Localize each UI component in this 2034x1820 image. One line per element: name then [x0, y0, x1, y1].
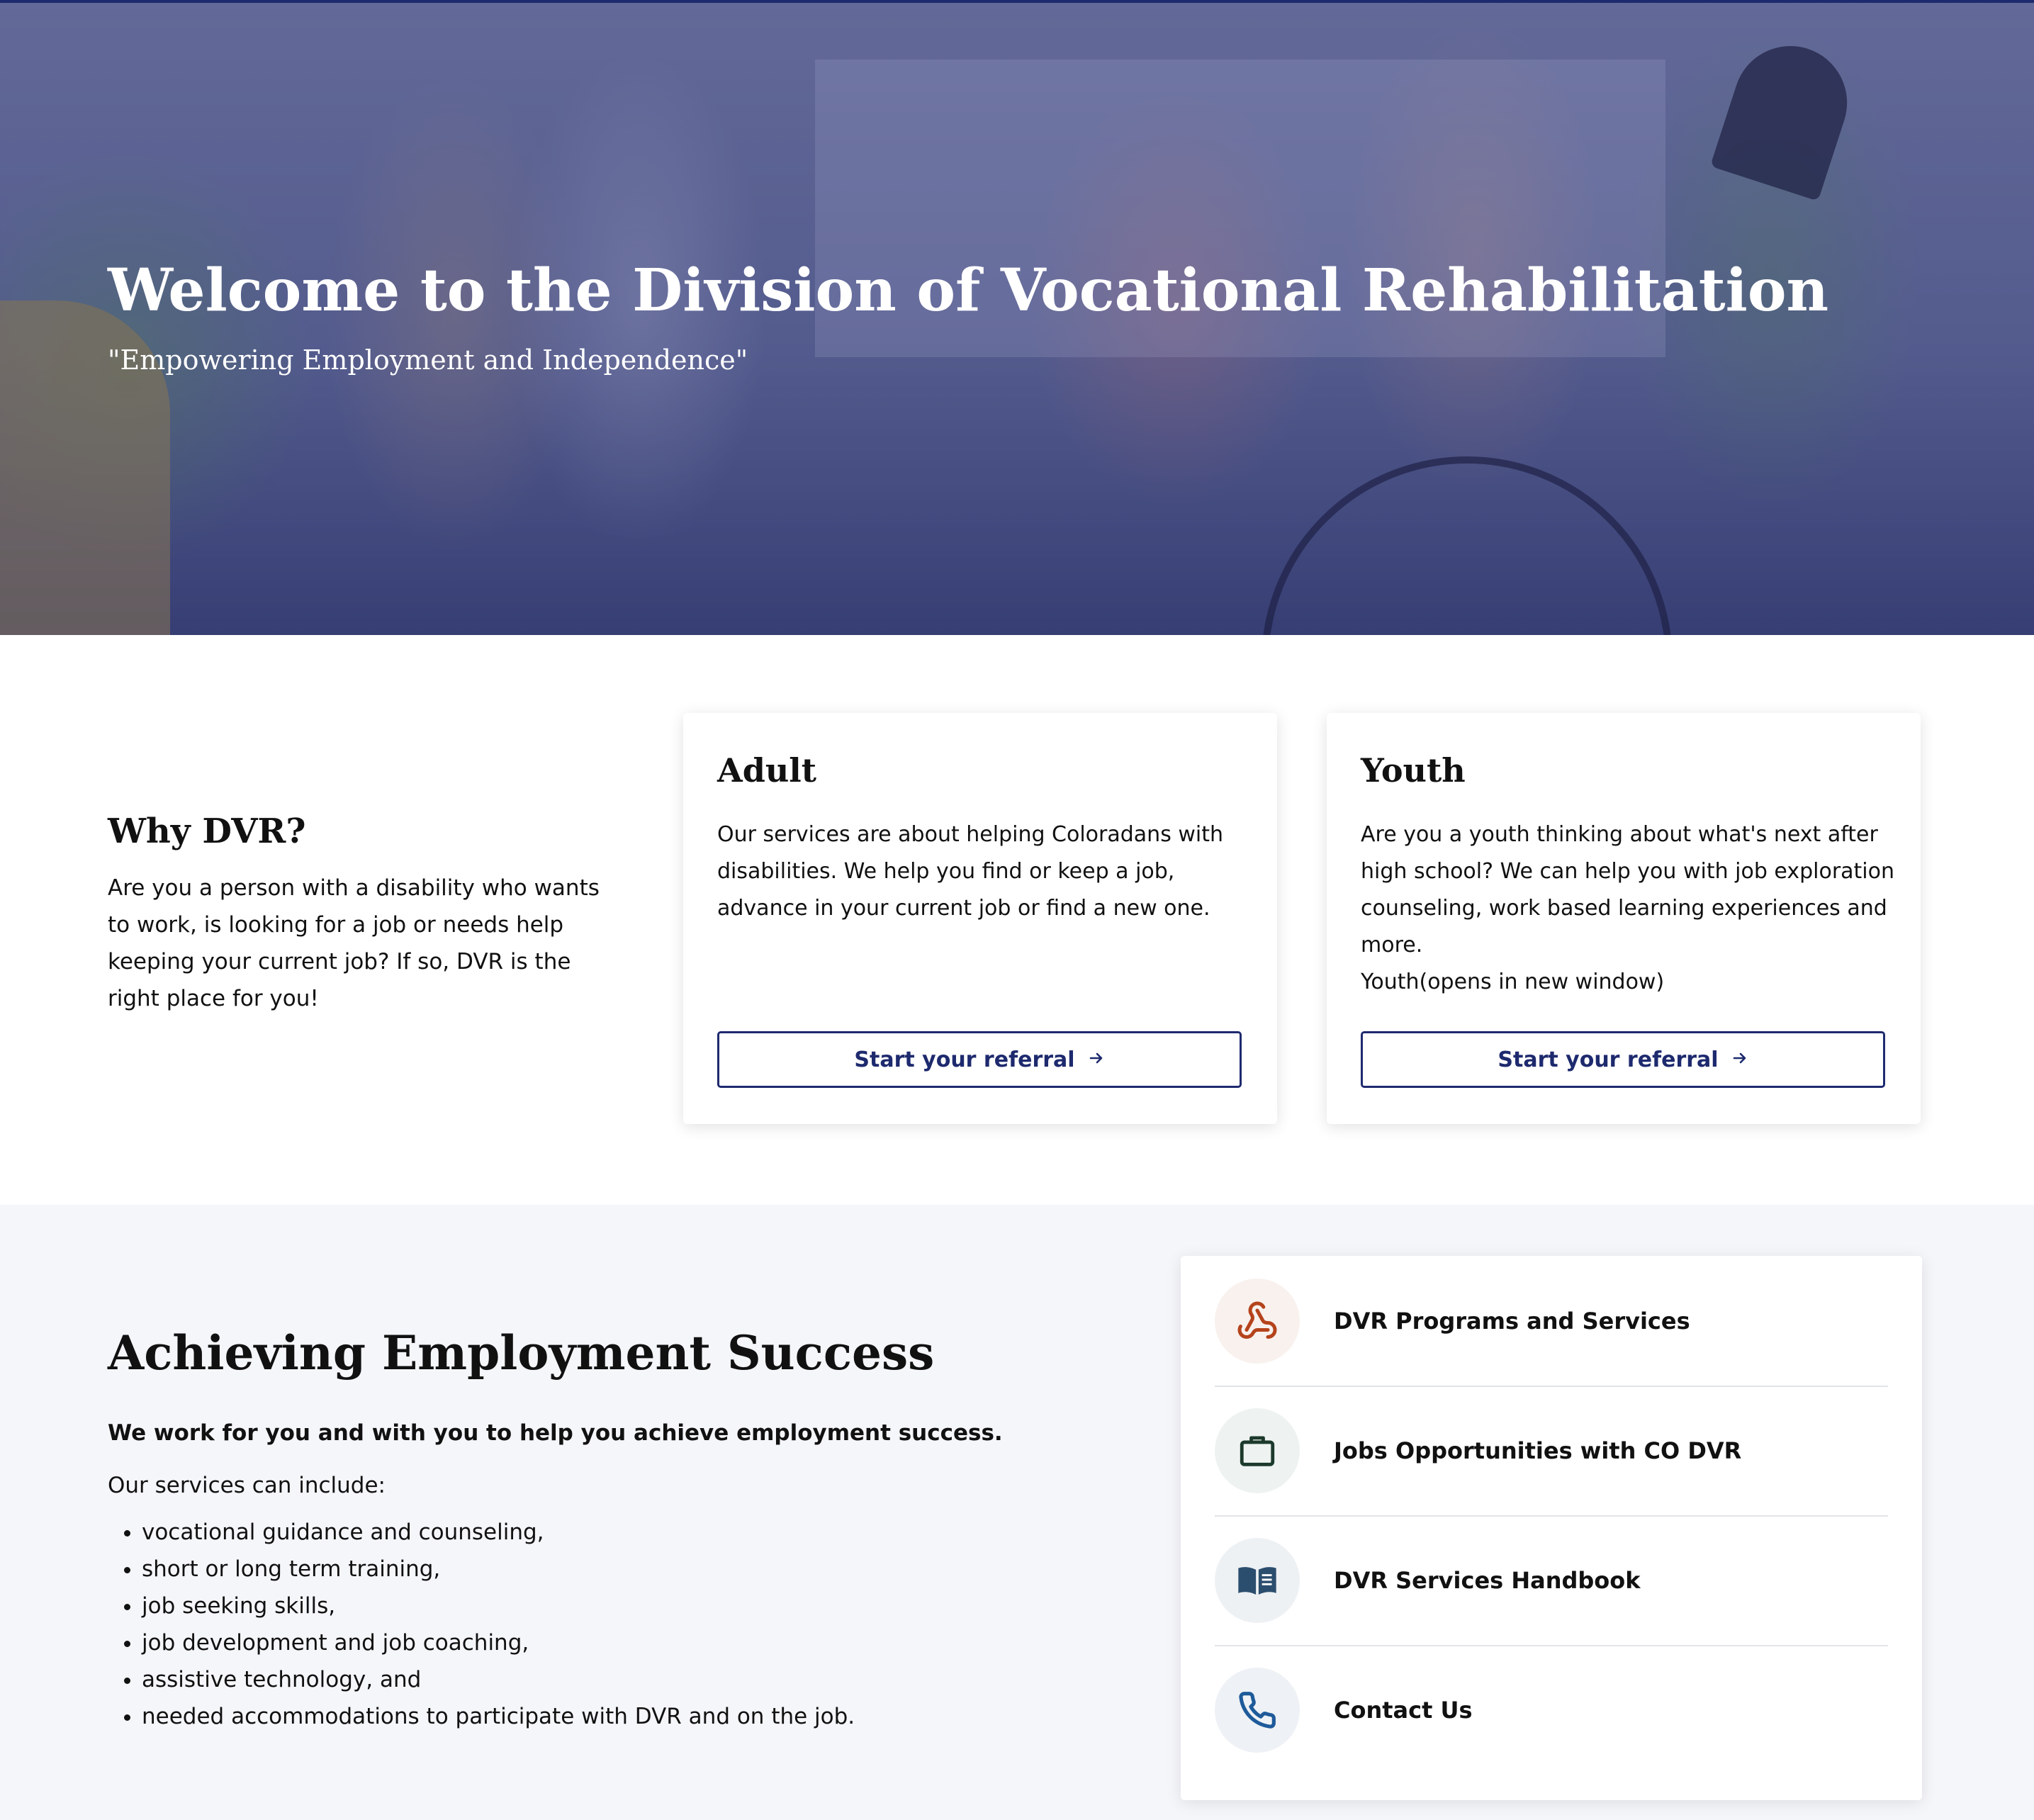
book-icon	[1215, 1537, 1300, 1623]
youth-card: Youth Are you a youth thinking about wha…	[1327, 713, 1921, 1124]
achieving-heading: Achieving Employment Success	[108, 1325, 935, 1381]
adult-start-referral-button[interactable]: Start your referral	[717, 1031, 1242, 1088]
youth-start-referral-label: Start your referral	[1498, 1047, 1719, 1072]
quick-link-programs-label: DVR Programs and Services	[1334, 1307, 1690, 1335]
youth-card-text: Are you a youth thinking about what's ne…	[1361, 822, 1895, 957]
hero-subtitle: "Empowering Employment and Independence"	[108, 344, 748, 376]
adult-start-referral-label: Start your referral	[854, 1047, 1075, 1072]
phone-icon	[1215, 1667, 1300, 1753]
youth-card-title: Youth	[1361, 751, 1466, 790]
adult-card-title: Adult	[717, 751, 817, 790]
arrow-right-icon	[1088, 1047, 1105, 1072]
achieving-section: Achieving Employment Success We work for…	[108, 1325, 1100, 1735]
why-dvr-text: Are you a person with a disability who w…	[108, 875, 600, 1011]
briefcase-icon	[1215, 1408, 1300, 1493]
adult-card: Adult Our services are about helping Col…	[683, 713, 1277, 1124]
why-dvr-heading: Why DVR?	[108, 811, 306, 851]
adult-card-text: Our services are about helping Coloradan…	[717, 822, 1224, 921]
webhook-icon	[1215, 1278, 1300, 1364]
hero-banner: Welcome to the Division of Vocational Re…	[0, 0, 2034, 635]
services-list-item: job development and job coaching,	[142, 1624, 1100, 1661]
quick-link-programs[interactable]: DVR Programs and Services	[1215, 1256, 1888, 1387]
hero-title: Welcome to the Division of Vocational Re…	[108, 257, 1829, 325]
achieving-lead: We work for you and with you to help you…	[108, 1420, 1003, 1446]
why-dvr-section: Why DVR? Are you a person with a disabil…	[108, 811, 618, 1017]
quick-links-card: DVR Programs and Services Jobs Opportuni…	[1181, 1256, 1922, 1800]
arrow-right-icon	[1731, 1047, 1748, 1072]
quick-link-contact[interactable]: Contact Us	[1215, 1645, 1888, 1775]
quick-link-handbook-label: DVR Services Handbook	[1334, 1566, 1641, 1594]
youth-start-referral-button[interactable]: Start your referral	[1361, 1031, 1885, 1088]
quick-link-handbook[interactable]: DVR Services Handbook	[1215, 1515, 1888, 1646]
services-list-item: job seeking skills,	[142, 1588, 1100, 1624]
quick-link-contact-label: Contact Us	[1334, 1696, 1473, 1724]
youth-card-body: Are you a youth thinking about what's ne…	[1361, 816, 1899, 1001]
youth-link[interactable]: Youth(opens in new window)	[1361, 964, 1899, 1001]
services-list: vocational guidance and counseling, shor…	[108, 1514, 1100, 1735]
services-list-item: short or long term training,	[142, 1551, 1100, 1588]
achieving-intro: Our services can include:	[108, 1473, 386, 1498]
services-list-item: needed accommodations to participate wit…	[142, 1698, 1100, 1735]
services-list-item: vocational guidance and counseling,	[142, 1514, 1100, 1551]
quick-link-jobs[interactable]: Jobs Opportunities with CO DVR	[1215, 1386, 1888, 1517]
quick-link-jobs-label: Jobs Opportunities with CO DVR	[1334, 1437, 1742, 1464]
services-list-item: assistive technology, and	[142, 1661, 1100, 1698]
